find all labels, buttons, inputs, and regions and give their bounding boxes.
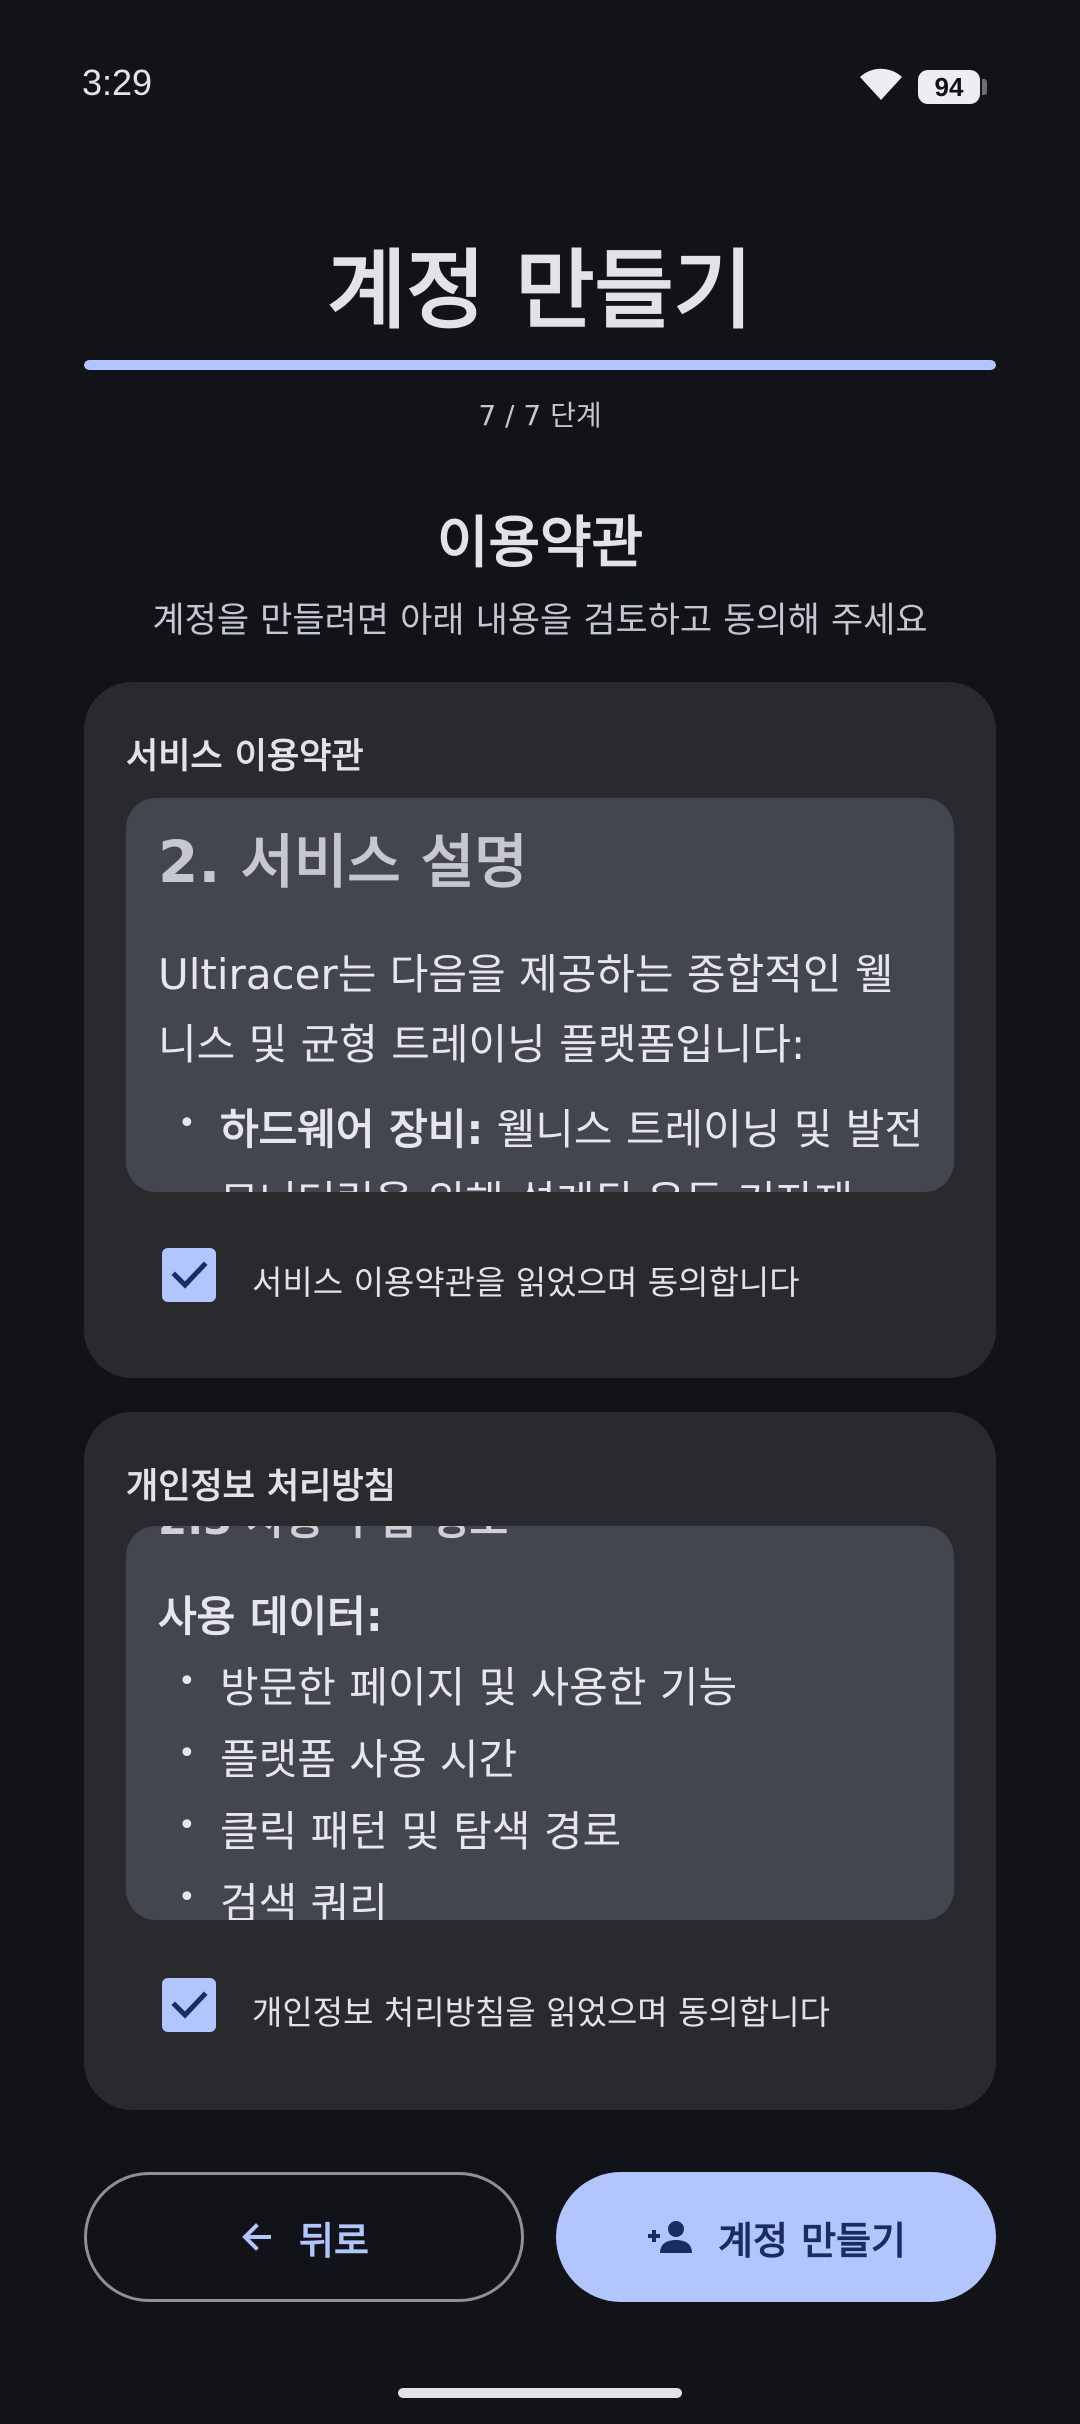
person-add-icon [646,2219,694,2255]
privacy-doc-cut-heading: 2.3 사용 수집 정보 [158,1526,928,1550]
check-icon [171,1991,208,2019]
privacy-doc-list: 방문한 페이지 및 사용한 기능 플랫폼 사용 시간 클릭 패턴 및 탐색 경로… [158,1646,928,1920]
terms-agree-checkbox[interactable] [162,1248,216,1302]
home-indicator[interactable] [398,2388,682,2398]
step-label: 7 / 7 단계 [478,399,602,432]
wifi-icon [858,66,904,102]
section-title: 이용약관 [436,511,644,576]
battery-level: 94 [918,70,980,104]
step-progress-bar [84,360,996,370]
list-item: 클릭 패턴 및 탐색 경로 [158,1790,928,1868]
list-item: 검색 쿼리 [158,1862,928,1920]
terms-document-scroll[interactable]: 2. 서비스 설명 Ultiracer는 다음을 제공하는 종합적인 웰니스 및… [126,798,954,1192]
terms-doc-heading: 2. 서비스 설명 [158,828,528,896]
terms-doc-paragraph: Ultiracer는 다음을 제공하는 종합적인 웰니스 및 균형 트레이닝 플… [158,950,894,1069]
list-item: 플랫폼 사용 시간 [158,1718,928,1796]
status-bar: 3:29 94 [0,0,1080,104]
create-account-button-label: 계정 만들기 [717,2218,907,2263]
step-progress-fill [84,360,996,370]
privacy-agree-checkbox[interactable] [162,1978,216,2032]
terms-doc-list: 하드웨어 장비: 웰니스 트레이닝 및 발전 모니터링을 위해 설계된 운동 기… [158,1088,928,1192]
list-item: 하드웨어 장비: 웰니스 트레이닝 및 발전 모니터링을 위해 설계된 운동 기… [158,1088,928,1192]
privacy-agree-label: 개인정보 처리방침을 읽었으며 동의합니다 [252,1993,830,2032]
terms-of-service-card: 서비스 이용약관 2. 서비스 설명 Ultiracer는 다음을 제공하는 종… [84,682,996,1378]
battery-tip [982,79,987,95]
section-subtitle: 계정을 만들려면 아래 내용을 검토하고 동의해 주세요 [152,601,928,641]
privacy-agree-row[interactable]: 개인정보 처리방침을 읽었으며 동의합니다 [162,1978,962,2038]
check-icon [171,1261,208,1289]
terms-card-title: 서비스 이용약관 [126,737,364,777]
terms-document-content: 2. 서비스 설명 Ultiracer는 다음을 제공하는 종합적인 웰니스 및… [158,826,928,1192]
back-button-label: 뒤로 [299,2218,369,2263]
page-title: 계정 만들기 [327,241,753,341]
list-item: 방문한 페이지 및 사용한 기능 [158,1646,928,1724]
status-time: 3:29 [82,62,153,103]
privacy-card-title: 개인정보 처리방침 [126,1467,396,1507]
privacy-document-scroll[interactable]: 2.3 사용 수집 정보 사용 데이터: 방문한 페이지 및 사용한 기능 플랫… [126,1526,954,1920]
privacy-document-content: 2.3 사용 수집 정보 사용 데이터: 방문한 페이지 및 사용한 기능 플랫… [158,1526,928,1920]
privacy-doc-subheading: 사용 데이터: [158,1592,383,1641]
create-account-button[interactable]: 계정 만들기 [556,2172,996,2302]
battery-indicator: 94 [918,70,988,104]
terms-agree-label: 서비스 이용약관을 읽었으며 동의합니다 [252,1263,800,1302]
arrow-back-icon [239,2219,275,2255]
back-button[interactable]: 뒤로 [84,2172,524,2302]
privacy-policy-card: 개인정보 처리방침 2.3 사용 수집 정보 사용 데이터: 방문한 페이지 및… [84,1412,996,2110]
terms-agree-row[interactable]: 서비스 이용약관을 읽었으며 동의합니다 [162,1248,962,1308]
